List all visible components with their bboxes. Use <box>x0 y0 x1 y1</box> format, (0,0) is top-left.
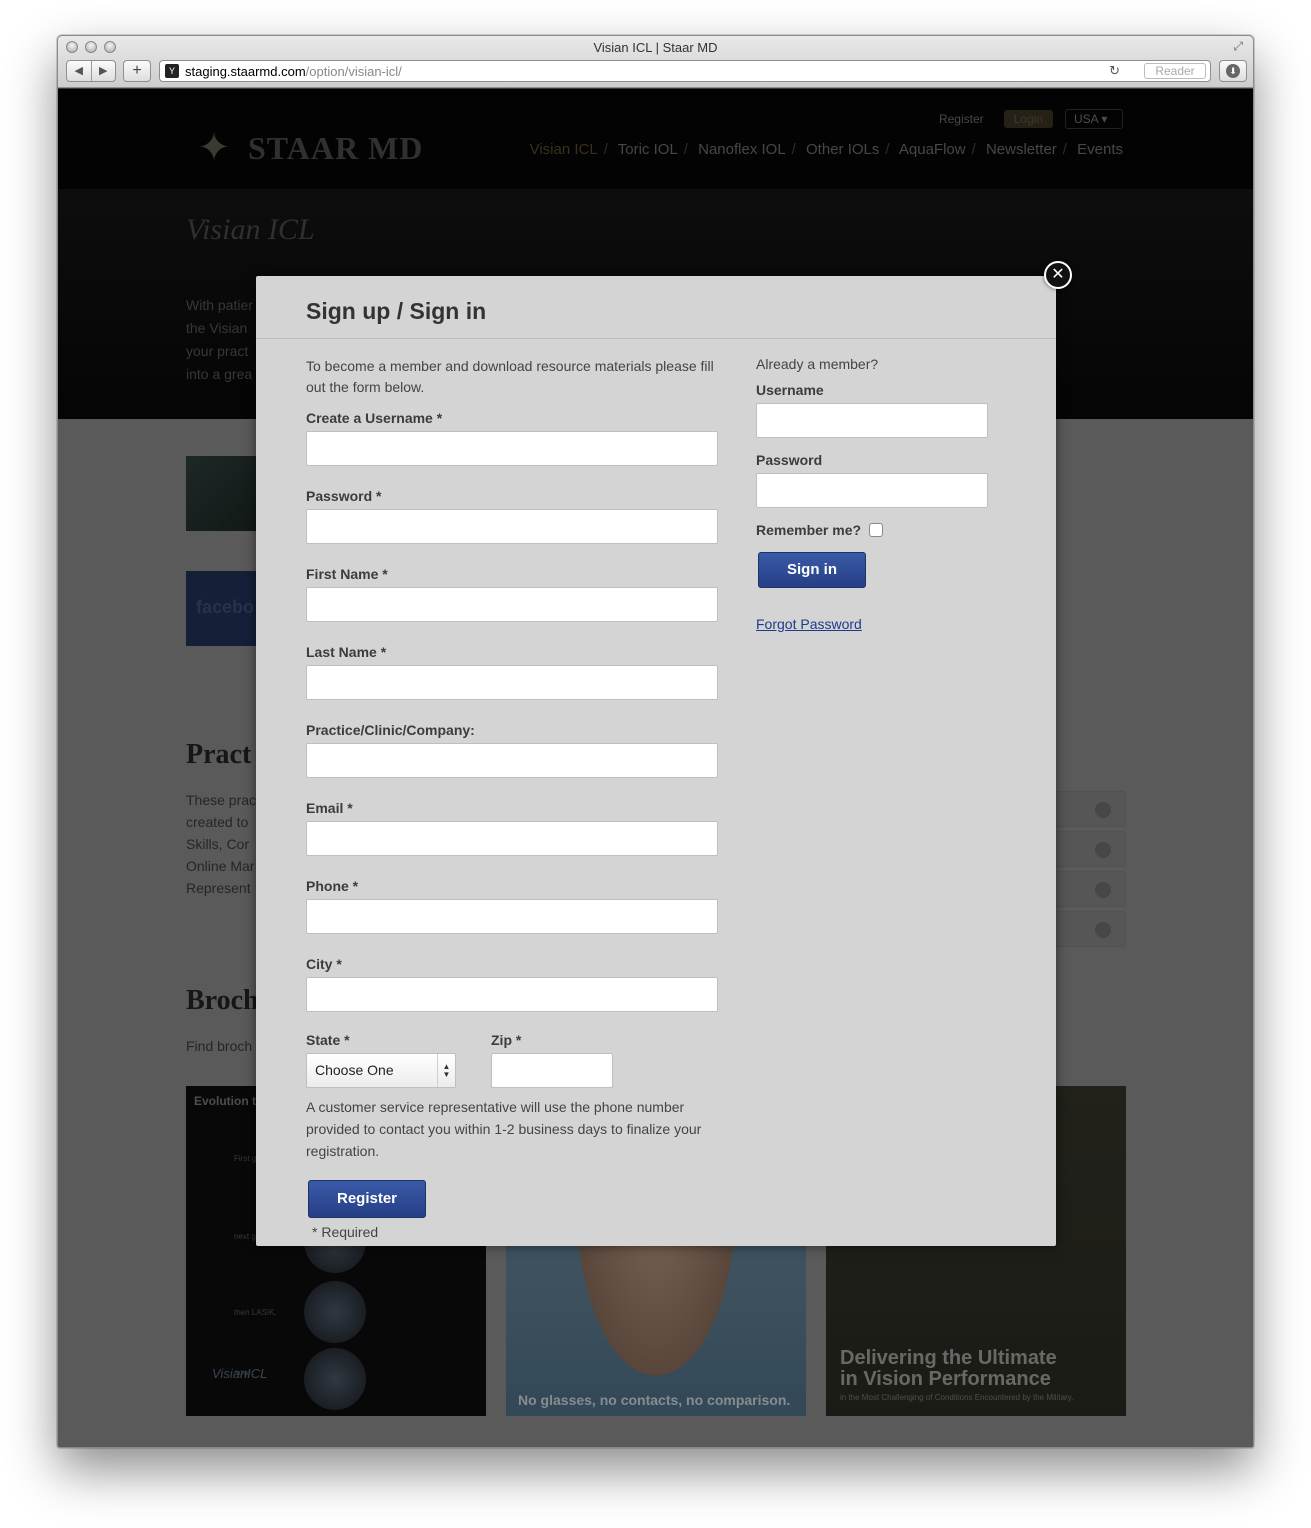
required-note: * Required <box>312 1224 379 1240</box>
page-viewport: ✦ STAAR MD Register Login USA ▾ Visian I… <box>58 89 1253 1447</box>
email-label: Email * <box>306 800 353 816</box>
registration-form: To become a member and download resource… <box>306 356 726 1240</box>
window-title: Visian ICL | Staar MD <box>593 40 718 55</box>
password-field: Password * <box>306 488 726 544</box>
url-path: /option/visian-icl/ <box>305 64 402 79</box>
state-selected-value: Choose One <box>315 1062 394 1078</box>
company-label: Practice/Clinic/Company: <box>306 722 475 738</box>
browser-toolbar: Visian ICL | Staar MD ⤢ ◀ ▶ + Y staging.… <box>58 36 1253 88</box>
site-favicon-icon: Y <box>165 64 179 78</box>
add-bookmark-button[interactable]: + <box>123 60 151 82</box>
state-select[interactable]: Choose One ▲ ▼ <box>306 1053 456 1088</box>
close-icon[interactable]: ✕ <box>1044 261 1072 289</box>
state-label: State * <box>306 1032 350 1048</box>
city-label: City * <box>306 956 342 972</box>
history-buttons: ◀ ▶ <box>66 60 116 82</box>
select-arrows-icon: ▲ ▼ <box>437 1054 455 1087</box>
first-name-input[interactable] <box>306 587 718 622</box>
first-name-field: First Name * <box>306 566 726 622</box>
modal-title: Sign up / Sign in <box>306 298 487 324</box>
browser-window: Visian ICL | Staar MD ⤢ ◀ ▶ + Y staging.… <box>57 35 1254 1448</box>
email-input[interactable] <box>306 821 718 856</box>
already-member-text: Already a member? <box>756 356 879 372</box>
zip-label: Zip * <box>491 1032 522 1048</box>
remember-me-label: Remember me? <box>756 522 862 538</box>
reload-icon[interactable]: ↻ <box>1109 63 1120 79</box>
last-name-input[interactable] <box>306 665 718 700</box>
login-username-label: Username <box>756 382 824 398</box>
sign-in-button[interactable]: Sign in <box>758 552 866 588</box>
registration-notice: A customer service representative will u… <box>306 1099 702 1159</box>
downloads-button[interactable]: ⬇ <box>1219 60 1247 82</box>
last-name-field: Last Name * <box>306 644 726 700</box>
remember-me-checkbox[interactable] <box>869 523 884 537</box>
password-label: Password * <box>306 488 382 504</box>
download-icon: ⬇ <box>1226 64 1240 78</box>
zip-field: Zip * <box>491 1032 641 1088</box>
zip-input[interactable] <box>491 1053 613 1088</box>
forgot-password-link[interactable]: Forgot Password <box>756 616 1016 632</box>
url-host: staging.staarmd.com <box>185 64 306 79</box>
last-name-label: Last Name * <box>306 644 387 660</box>
phone-field: Phone * <box>306 878 726 934</box>
login-form: Already a member? Username Password Reme… <box>756 356 1016 632</box>
password-input[interactable] <box>306 509 718 544</box>
modal-header: Sign up / Sign in <box>256 276 1056 339</box>
company-input[interactable] <box>306 743 718 778</box>
url-text[interactable]: staging.staarmd.com/option/visian-icl/ <box>185 64 402 79</box>
city-field: City * <box>306 956 726 1012</box>
fullscreen-icon[interactable]: ⤢ <box>1233 39 1243 54</box>
login-username-input[interactable] <box>756 403 988 438</box>
registration-intro: To become a member and download resource… <box>306 358 714 395</box>
divider <box>256 338 1056 339</box>
login-password-label: Password <box>756 452 823 468</box>
phone-input[interactable] <box>306 899 718 934</box>
address-bar[interactable]: Y staging.staarmd.com/option/visian-icl/… <box>159 60 1211 82</box>
forward-button[interactable]: ▶ <box>92 61 116 81</box>
first-name-label: First Name * <box>306 566 388 582</box>
state-zip-row: State * Choose One ▲ ▼ Zip * <box>306 1032 726 1088</box>
city-input[interactable] <box>306 977 718 1012</box>
login-password-input[interactable] <box>756 473 988 508</box>
email-field: Email * <box>306 800 726 856</box>
username-label: Create a Username * <box>306 410 443 426</box>
company-field: Practice/Clinic/Company: <box>306 722 726 778</box>
username-input[interactable] <box>306 431 718 466</box>
signin-modal: Sign up / Sign in To become a member and… <box>256 276 1056 1246</box>
state-field: State * Choose One ▲ ▼ <box>306 1032 491 1088</box>
username-field: Create a Username * <box>306 410 726 466</box>
register-button[interactable]: Register <box>308 1180 426 1218</box>
back-button[interactable]: ◀ <box>67 61 92 81</box>
phone-label: Phone * <box>306 878 359 894</box>
reader-button[interactable]: Reader <box>1144 63 1206 79</box>
remember-me-row: Remember me? <box>756 522 1016 538</box>
